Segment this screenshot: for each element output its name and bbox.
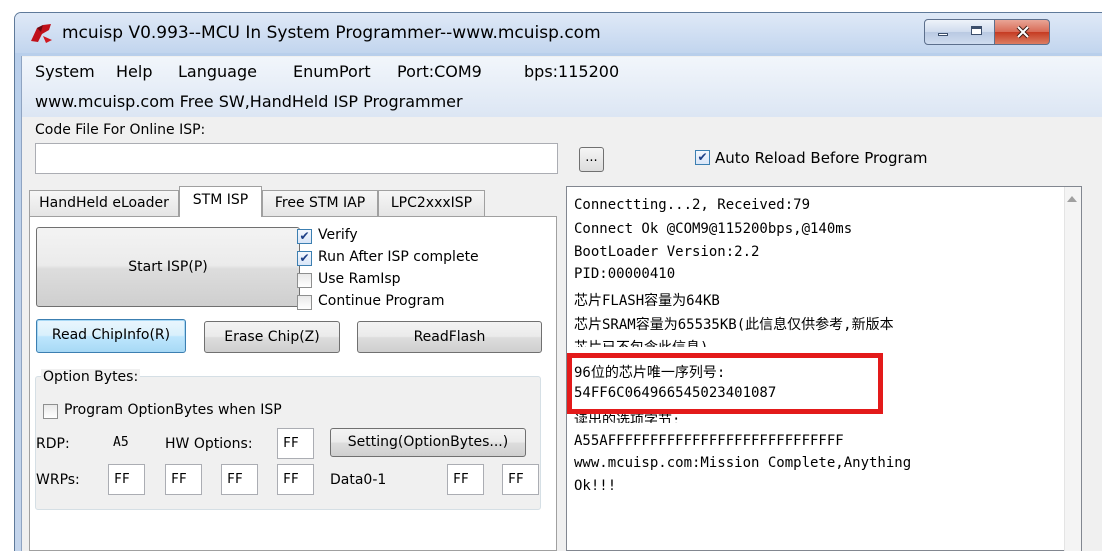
log-line: 芯片SRAM容量为65535KB(此信息仅供参考,新版本: [574, 317, 894, 333]
start-isp-button[interactable]: Start ISP(P): [36, 227, 300, 307]
app-logo-icon: [31, 24, 52, 43]
wrp-input-2[interactable]: [221, 464, 258, 495]
browse-button[interactable]: ...: [579, 147, 604, 172]
code-file-input[interactable]: [35, 143, 558, 174]
use-ramisp-label: Use RamIsp: [318, 271, 401, 287]
log-line: 芯片已不包含此信息): [574, 337, 708, 347]
use-ramisp-checkbox[interactable]: [297, 273, 312, 288]
option-bytes-label: Option Bytes:: [41, 369, 141, 385]
wrp-input-0[interactable]: [108, 464, 145, 495]
auto-reload-label: Auto Reload Before Program: [715, 149, 928, 167]
log-line: 芯片FLASH容量为64KB: [574, 293, 720, 309]
website-line: www.mcuisp.com Free SW,HandHeld ISP Prog…: [35, 92, 463, 111]
run-after-isp-label: Run After ISP complete: [318, 249, 479, 265]
menu-system[interactable]: System: [35, 62, 95, 81]
code-file-label: Code File For Online ISP:: [35, 122, 206, 138]
hw-options-label: HW Options:: [165, 436, 253, 452]
maximize-icon: [971, 26, 982, 35]
minimize-button[interactable]: [924, 19, 961, 45]
log-line: PID:00000410: [574, 266, 676, 282]
wrp-input-1[interactable]: [165, 464, 202, 495]
tab-lpc2xxx-isp[interactable]: LPC2xxxISP: [378, 190, 485, 216]
tab-handheld-eloader[interactable]: HandHeld eLoader: [29, 190, 179, 216]
close-icon: [1016, 25, 1030, 39]
menu-baud-rate[interactable]: bps:115200: [524, 62, 619, 81]
continue-program-label: Continue Program: [318, 293, 445, 309]
log-line: A55AFFFFFFFFFFFFFFFFFFFFFFFFFFFF: [574, 433, 844, 449]
log-line: www.mcuisp.com:Mission Complete,Anything: [574, 455, 912, 471]
hw-options-input[interactable]: [277, 428, 314, 459]
setting-optionbytes-button[interactable]: Setting(OptionBytes...): [330, 428, 526, 457]
wrp-input-3[interactable]: [277, 464, 314, 495]
tab-stm-isp[interactable]: STM ISP: [179, 186, 262, 217]
maximize-button[interactable]: [960, 19, 995, 45]
run-after-isp-checkbox[interactable]: ✔: [297, 251, 312, 266]
log-line: Ok!!!: [574, 478, 617, 494]
data1-input[interactable]: [502, 464, 539, 495]
serial-number-highlight-box: [567, 353, 883, 414]
read-flash-button[interactable]: ReadFlash: [357, 321, 542, 353]
log-line: BootLoader Version:2.2: [574, 244, 760, 260]
close-button[interactable]: [994, 19, 1050, 45]
log-scrollbar[interactable]: [1064, 187, 1081, 551]
menu-port[interactable]: Port:COM9: [397, 62, 482, 81]
menu-help[interactable]: Help: [116, 62, 152, 81]
auto-reload-checkbox[interactable]: ✔: [695, 150, 710, 165]
read-chipinfo-button[interactable]: Read ChipInfo(R): [36, 319, 186, 353]
program-optionbytes-checkbox[interactable]: [43, 404, 58, 419]
tab-free-stm-iap[interactable]: Free STM IAP: [262, 190, 378, 216]
data0-1-label: Data0-1: [330, 472, 387, 488]
rdp-value[interactable]: A5: [108, 428, 145, 459]
log-line: Connectting...2, Received:79: [574, 197, 811, 213]
verify-label: Verify: [318, 227, 358, 243]
continue-program-checkbox[interactable]: [297, 295, 312, 310]
program-optionbytes-label: Program OptionBytes when ISP: [64, 402, 282, 418]
minimize-icon: [938, 33, 948, 36]
erase-chip-button[interactable]: Erase Chip(Z): [204, 321, 340, 353]
data0-input[interactable]: [447, 464, 484, 495]
verify-checkbox[interactable]: ✔: [297, 229, 312, 244]
menu-enumport[interactable]: EnumPort: [293, 62, 371, 81]
window-title: mcuisp V0.993--MCU In System Programmer-…: [62, 23, 601, 43]
wrps-label: WRPs:: [36, 472, 80, 488]
scroll-up-arrow-icon[interactable]: [1067, 196, 1077, 202]
log-line: Connect Ok @COM9@115200bps,@140ms: [574, 221, 853, 237]
menu-language[interactable]: Language: [178, 62, 257, 81]
rdp-label: RDP:: [36, 436, 70, 452]
